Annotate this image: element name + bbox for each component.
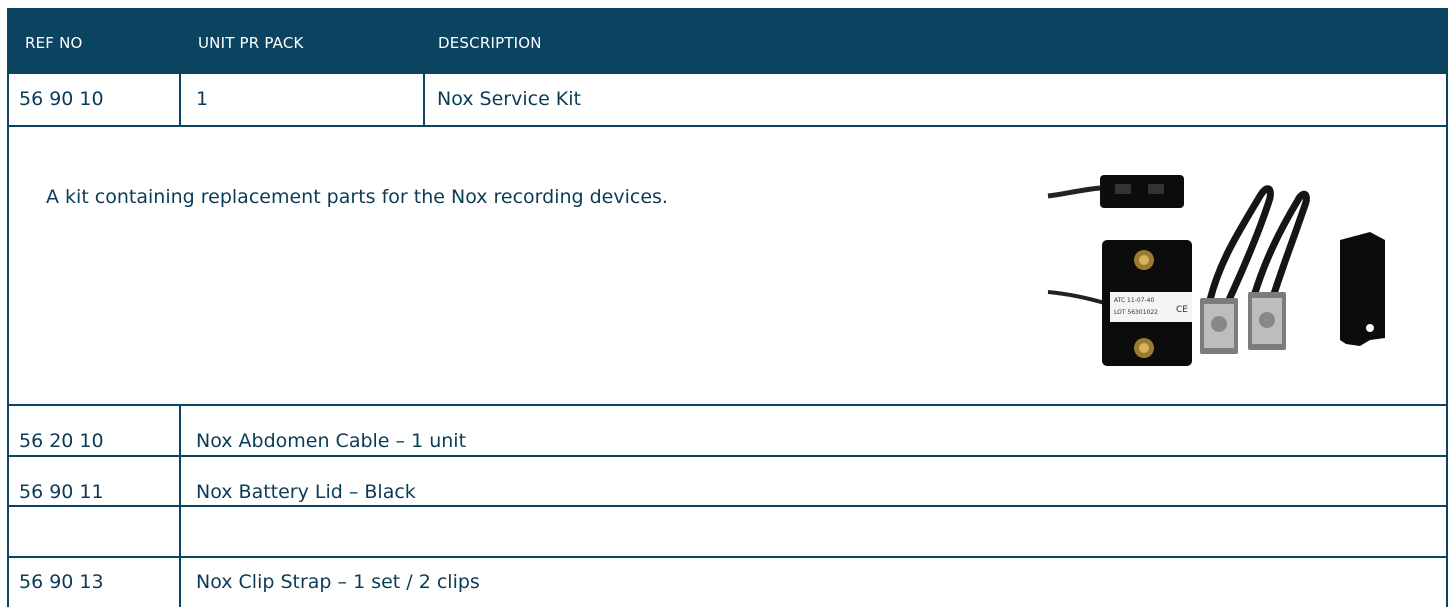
product-description: Nox Abdomen Cable – 1 unit [196,430,467,452]
ref-number: 56 20 10 [19,430,104,452]
device-label-line1: ATC 11-07-40 [1114,297,1154,304]
product-description: Nox Battery Lid – Black [196,481,416,503]
header-description: DESCRIPTION [438,34,542,52]
kit-description-text: A kit containing replacement parts for t… [46,186,668,208]
ref-number: 56 90 10 [19,88,104,110]
table-header: REF NO UNIT PR PACK DESCRIPTION [7,8,1448,74]
ref-number: 56 90 11 [19,481,104,503]
product-description: Nox Service Kit [437,88,581,110]
unit-count: 1 [196,88,209,110]
service-kit-photo: ATC 11-07-40 LOT 56301022 CE [1047,175,1385,366]
ref-number: 56 90 13 [19,571,104,593]
ce-mark: CE [1176,305,1188,315]
header-unit-pr-pack: UNIT PR PACK [198,34,304,52]
header-ref-no: REF NO [25,34,83,52]
device-label-line2: LOT 56301022 [1114,309,1158,316]
product-description: Nox Clip Strap – 1 set / 2 clips [196,571,480,593]
